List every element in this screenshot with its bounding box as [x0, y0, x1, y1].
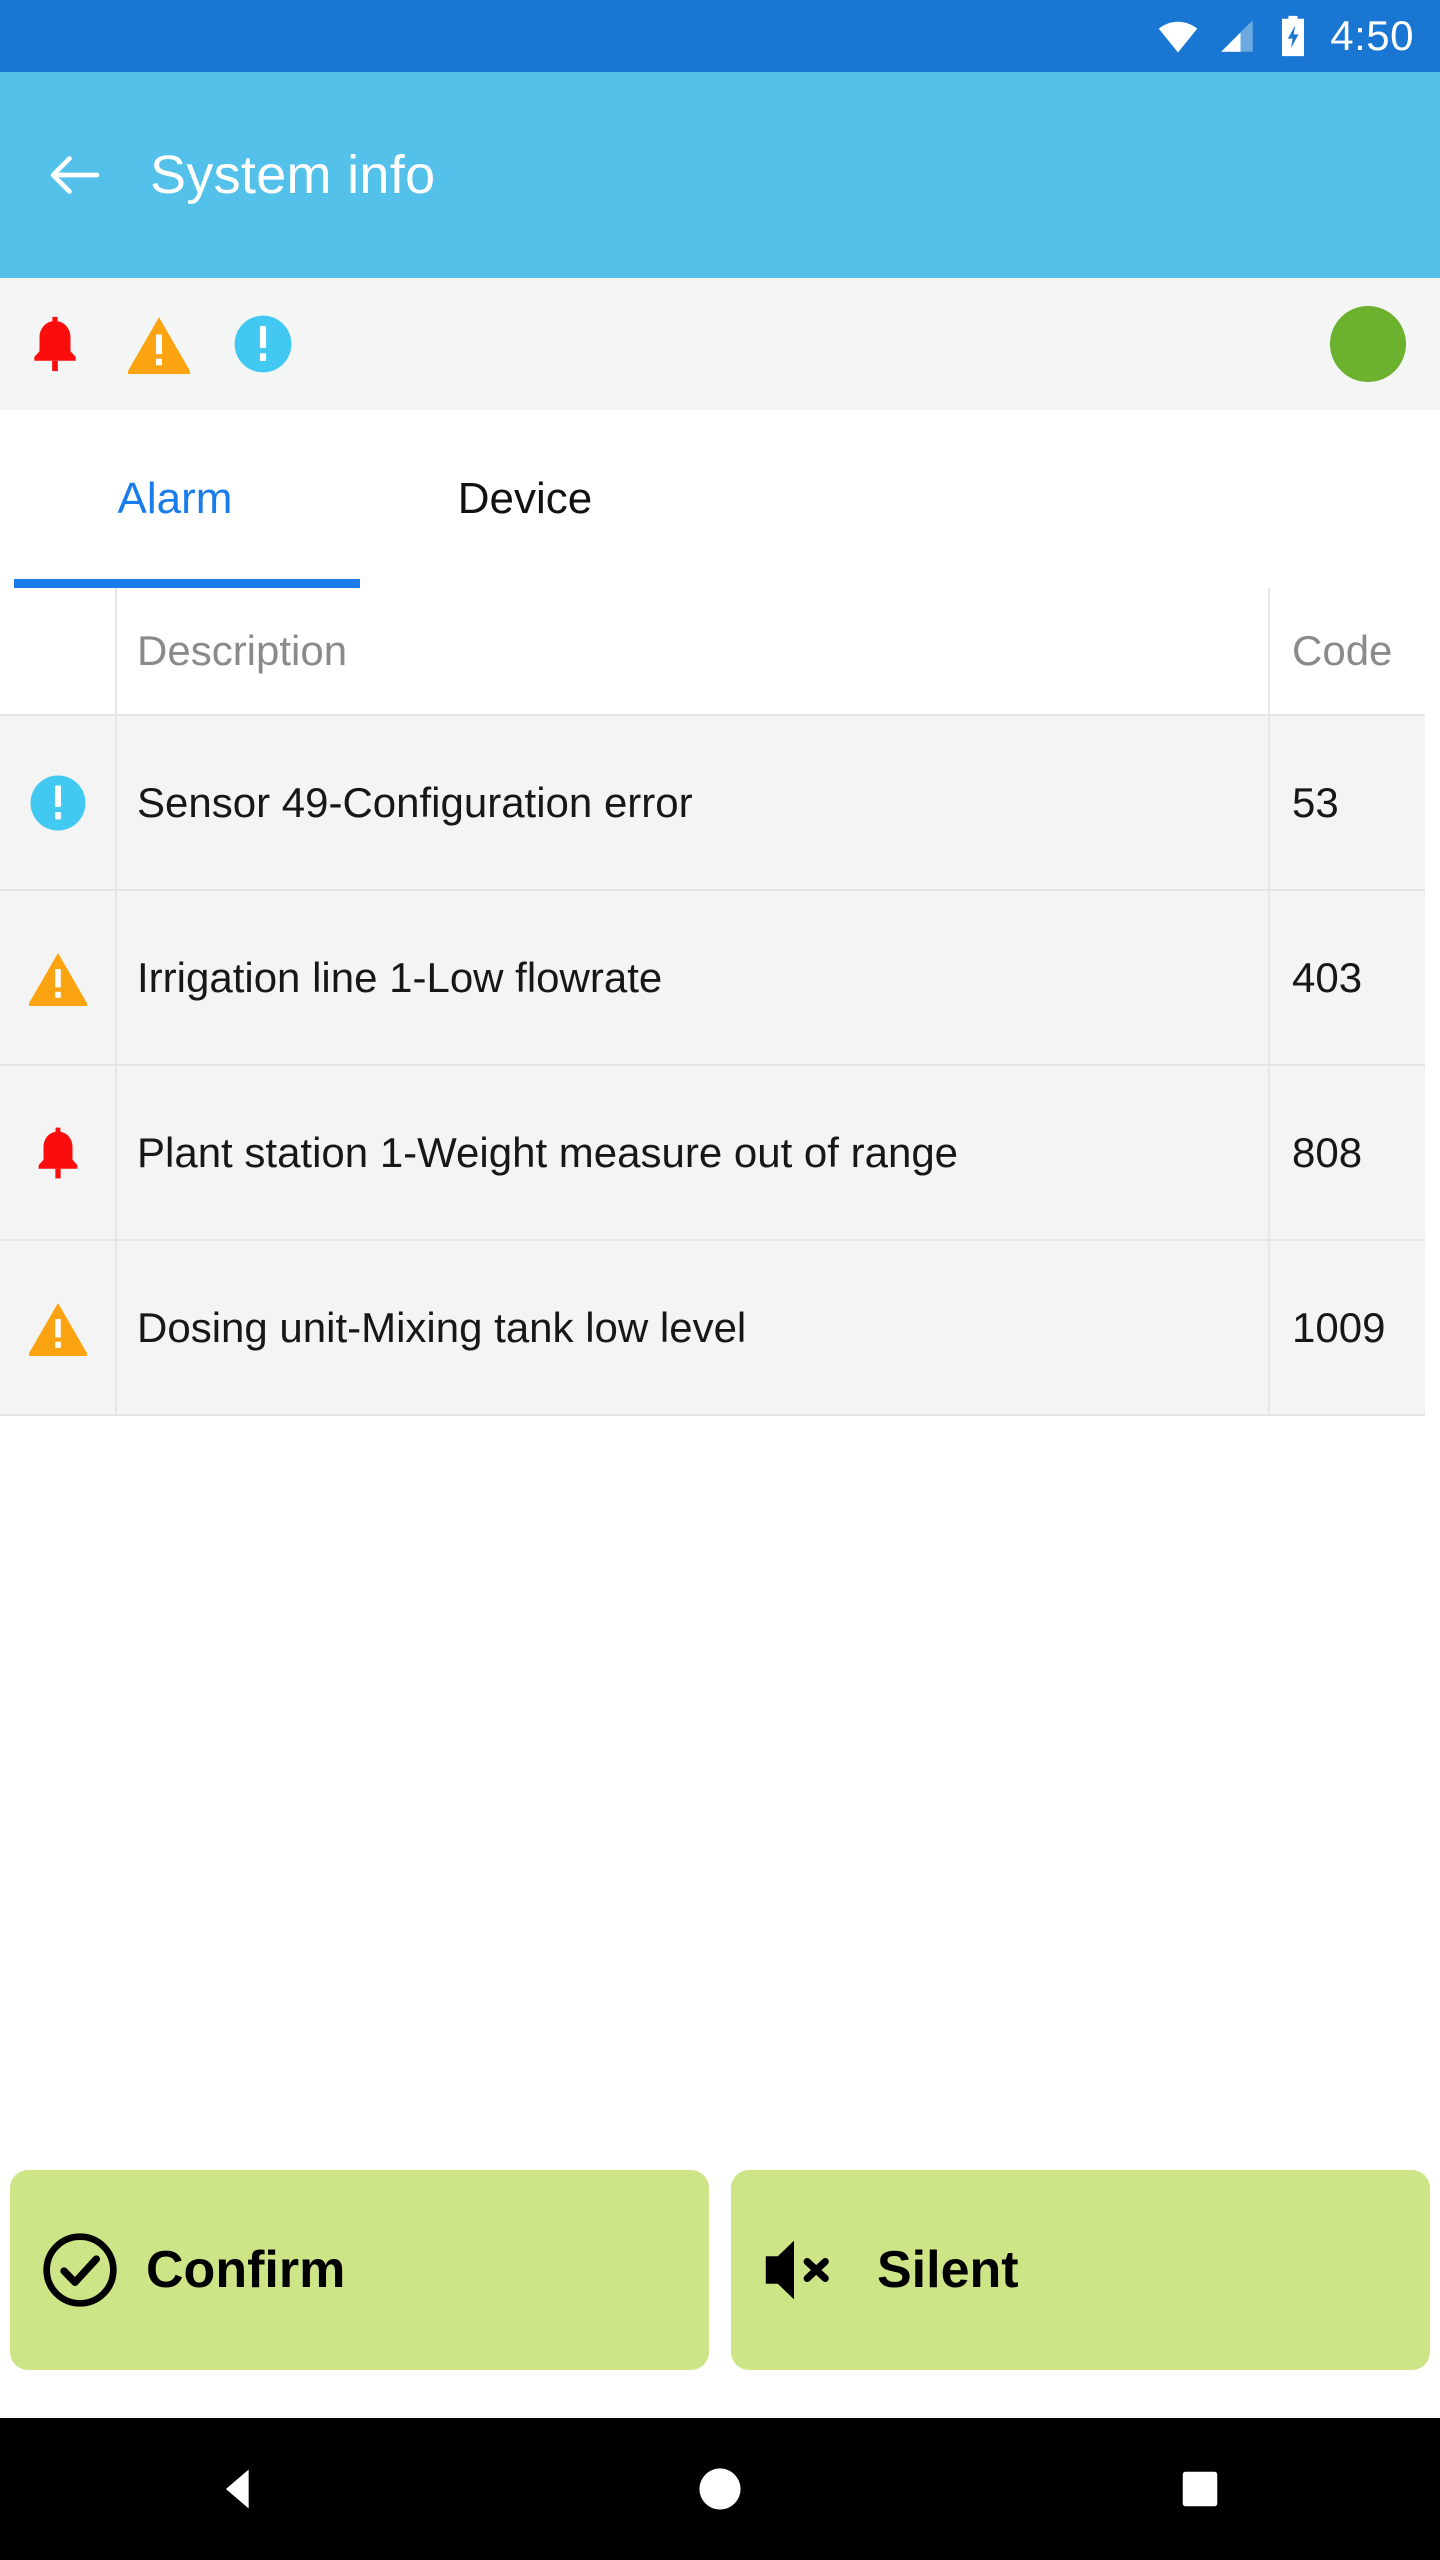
warning-triangle-icon [27, 1297, 89, 1359]
row-description: Sensor 49-Configuration error [117, 716, 1270, 889]
header-cell-code: Code [1292, 627, 1393, 674]
tab-device-label: Device [457, 474, 593, 523]
alarm-bell-filter-button[interactable] [18, 307, 92, 381]
tab-active-indicator [14, 579, 360, 588]
row-description: Dosing unit-Mixing tank low level [117, 1241, 1270, 1414]
row-severity-cell [0, 891, 117, 1064]
row-severity-cell [0, 1066, 117, 1239]
status-bar-icons [1156, 14, 1312, 58]
warning-triangle-icon [127, 317, 191, 374]
app-screen: 4:50 System info Alarm Device Descriptio… [0, 0, 1440, 2560]
home-circle-icon [699, 2468, 741, 2510]
table-row[interactable]: Plant station 1-Weight measure out of ra… [0, 1066, 1425, 1241]
row-description: Plant station 1-Weight measure out of ra… [117, 1066, 1270, 1239]
table-header-row: Description Code [0, 588, 1425, 716]
row-severity-cell [0, 1241, 117, 1414]
nav-recents-button[interactable] [1130, 2418, 1270, 2560]
check-circle-icon [43, 2233, 117, 2307]
alarm-table: Description Code Sensor 49-Configuration… [0, 588, 1440, 1416]
info-filter-button[interactable] [226, 307, 300, 381]
warning-filter-button[interactable] [122, 307, 196, 381]
alarm-bell-icon [34, 316, 76, 372]
nav-home-button[interactable] [650, 2418, 790, 2560]
warning-triangle-icon [27, 947, 89, 1009]
cell-signal-icon [1221, 20, 1253, 52]
tab-device[interactable]: Device [350, 410, 700, 588]
page-title: System info [150, 145, 436, 205]
green-status-circle [1330, 306, 1406, 382]
row-code: 53 [1292, 778, 1339, 826]
row-severity-cell [0, 716, 117, 889]
status-bar-clock: 4:50 [1330, 12, 1414, 59]
alarm-status-strip [0, 278, 1440, 410]
wifi-icon [1159, 21, 1198, 53]
info-circle-icon [234, 315, 292, 373]
table-row[interactable]: Dosing unit-Mixing tank low level 1009 [0, 1241, 1425, 1416]
row-description: Irrigation line 1-Low flowrate [117, 891, 1270, 1064]
app-bar: System info [0, 72, 1440, 278]
recents-square-icon [1182, 2471, 1218, 2507]
back-button[interactable] [0, 142, 150, 208]
alarm-severity-icons [18, 307, 300, 381]
table-row[interactable]: Irrigation line 1-Low flowrate 403 [0, 891, 1425, 1066]
row-code: 808 [1292, 1128, 1363, 1176]
battery-charging-icon [1282, 15, 1305, 57]
alarm-bell-icon [27, 1122, 89, 1184]
back-arrow-icon [50, 156, 100, 194]
confirm-button-label: Confirm [146, 2241, 346, 2299]
header-cell-icon [0, 588, 117, 714]
silent-button-label: Silent [877, 2241, 1019, 2299]
tab-alarm-label: Alarm [117, 474, 233, 523]
android-status-bar: 4:50 [0, 0, 1440, 72]
row-code: 403 [1292, 953, 1363, 1001]
speaker-mute-icon [765, 2240, 829, 2300]
android-nav-bar [0, 2418, 1440, 2560]
table-row[interactable]: Sensor 49-Configuration error 53 [0, 716, 1425, 891]
nav-back-button[interactable] [170, 2418, 310, 2560]
tab-alarm[interactable]: Alarm [0, 410, 360, 588]
confirm-button[interactable]: Confirm [10, 2170, 709, 2370]
back-triangle-icon [225, 2469, 249, 2509]
silent-button[interactable]: Silent [731, 2170, 1430, 2370]
info-circle-icon [27, 772, 89, 834]
header-cell-description: Description [117, 588, 1270, 714]
row-code: 1009 [1292, 1303, 1386, 1351]
action-button-bar: Confirm Silent [0, 2170, 1440, 2370]
tab-bar: Alarm Device [0, 410, 1440, 588]
